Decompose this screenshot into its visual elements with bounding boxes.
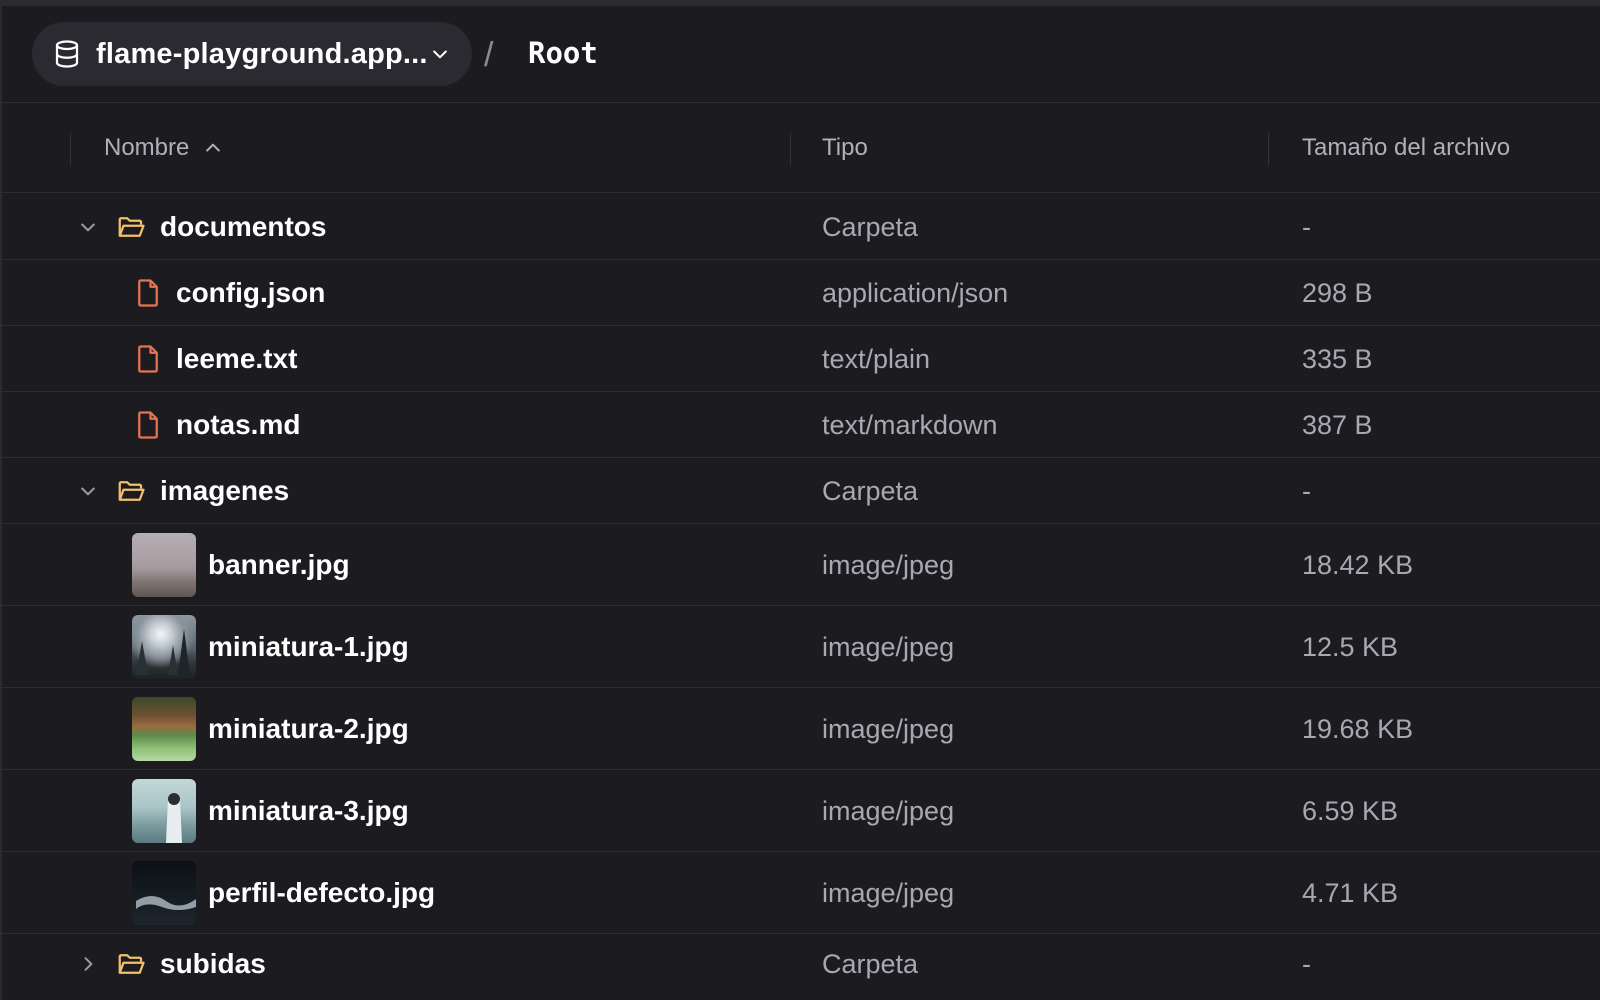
column-divider xyxy=(790,133,791,165)
row-name: notas.md xyxy=(176,409,301,440)
image-thumbnail xyxy=(132,861,196,925)
row-type: image/jpeg xyxy=(822,632,955,662)
table-row-image[interactable]: miniatura-3.jpg image/jpeg 6.59 KB xyxy=(0,770,1600,852)
file-table-body: documentos Carpeta - config.json applica… xyxy=(0,194,1600,1000)
row-size: - xyxy=(1302,949,1311,979)
table-row-file[interactable]: config.json application/json 298 B xyxy=(0,260,1600,326)
table-row-folder[interactable]: subidas Carpeta - xyxy=(0,934,1600,1000)
row-type: image/jpeg xyxy=(822,550,955,580)
breadcrumb-separator: / xyxy=(484,36,494,74)
chevron-down-icon xyxy=(433,50,447,59)
figure-silhouette xyxy=(166,793,182,843)
wave-shape xyxy=(136,896,196,910)
file-icon xyxy=(138,411,158,439)
row-name: perfil-defecto.jpg xyxy=(208,877,436,908)
table-row-file[interactable]: notas.md text/markdown 387 B xyxy=(0,392,1600,458)
row-name: imagenes xyxy=(160,475,290,506)
tree-silhouette xyxy=(136,629,190,675)
chevron-down-icon[interactable] xyxy=(78,217,98,237)
row-type: image/jpeg xyxy=(822,878,955,908)
row-size: - xyxy=(1302,476,1311,506)
folder-open-icon xyxy=(118,217,145,237)
row-name: banner.jpg xyxy=(208,549,350,580)
row-name: miniatura-1.jpg xyxy=(208,631,409,662)
row-type: Carpeta xyxy=(822,949,919,979)
table-row-image[interactable]: miniatura-2.jpg image/jpeg 19.68 KB xyxy=(0,688,1600,770)
row-size: 6.59 KB xyxy=(1302,796,1399,826)
bucket-name: flame-playground.app... xyxy=(96,37,428,70)
table-row-image[interactable]: miniatura-1.jpg image/jpeg 12.5 KB xyxy=(0,606,1600,688)
row-type: application/json xyxy=(822,278,1009,308)
row-size: 18.42 KB xyxy=(1302,550,1414,580)
file-icon xyxy=(138,279,158,307)
table-row-file[interactable]: leeme.txt text/plain 335 B xyxy=(0,326,1600,392)
column-header-name-label: Nombre xyxy=(104,134,190,161)
row-type: Carpeta xyxy=(822,476,919,506)
sort-ascending-icon xyxy=(206,143,221,152)
column-header-type-label: Tipo xyxy=(822,134,868,161)
row-size: 19.68 KB xyxy=(1302,714,1414,744)
column-header-size[interactable]: Tamaño del archivo xyxy=(1302,103,1510,193)
chevron-down-icon[interactable] xyxy=(78,481,98,501)
header-bar: flame-playground.app... / Root xyxy=(0,6,1600,103)
file-icon xyxy=(138,345,158,373)
row-type: image/jpeg xyxy=(822,714,955,744)
row-type: text/plain xyxy=(822,344,931,374)
row-size: 387 B xyxy=(1302,410,1373,440)
row-type: Carpeta xyxy=(822,212,919,242)
image-thumbnail xyxy=(132,779,196,843)
image-thumbnail xyxy=(132,533,196,597)
folder-open-icon xyxy=(118,954,145,974)
row-type: text/markdown xyxy=(822,410,998,440)
row-size: - xyxy=(1302,212,1311,242)
row-type: image/jpeg xyxy=(822,796,955,826)
row-name: subidas xyxy=(160,948,266,979)
database-icon xyxy=(55,40,79,68)
chevron-right-icon[interactable] xyxy=(78,954,98,974)
row-size: 335 B xyxy=(1302,344,1373,374)
table-header: Nombre Tipo Tamaño del archivo xyxy=(0,103,1600,193)
bucket-selector[interactable]: flame-playground.app... xyxy=(32,22,472,86)
table-row-folder[interactable]: imagenes Carpeta - xyxy=(0,458,1600,524)
row-name: leeme.txt xyxy=(176,343,298,374)
table-row-image[interactable]: perfil-defecto.jpg image/jpeg 4.71 KB xyxy=(0,852,1600,934)
column-header-size-label: Tamaño del archivo xyxy=(1302,134,1511,161)
row-name: miniatura-2.jpg xyxy=(208,713,409,744)
folder-open-icon xyxy=(118,481,145,501)
column-divider xyxy=(70,133,71,165)
column-header-name[interactable]: Nombre xyxy=(104,103,223,193)
row-name: documentos xyxy=(160,211,327,242)
column-header-type[interactable]: Tipo xyxy=(822,103,868,193)
image-thumbnail xyxy=(132,615,196,679)
image-thumbnail xyxy=(132,697,196,761)
table-row-image[interactable]: banner.jpg image/jpeg 18.42 KB xyxy=(0,524,1600,606)
column-divider xyxy=(1268,133,1269,165)
row-size: 4.71 KB xyxy=(1302,878,1399,908)
table-row-folder[interactable]: documentos Carpeta - xyxy=(0,194,1600,260)
row-size: 12.5 KB xyxy=(1302,632,1399,662)
breadcrumb-root[interactable]: Root xyxy=(528,36,598,70)
row-size: 298 B xyxy=(1302,278,1373,308)
row-name: config.json xyxy=(176,277,326,308)
row-name: miniatura-3.jpg xyxy=(208,795,409,826)
